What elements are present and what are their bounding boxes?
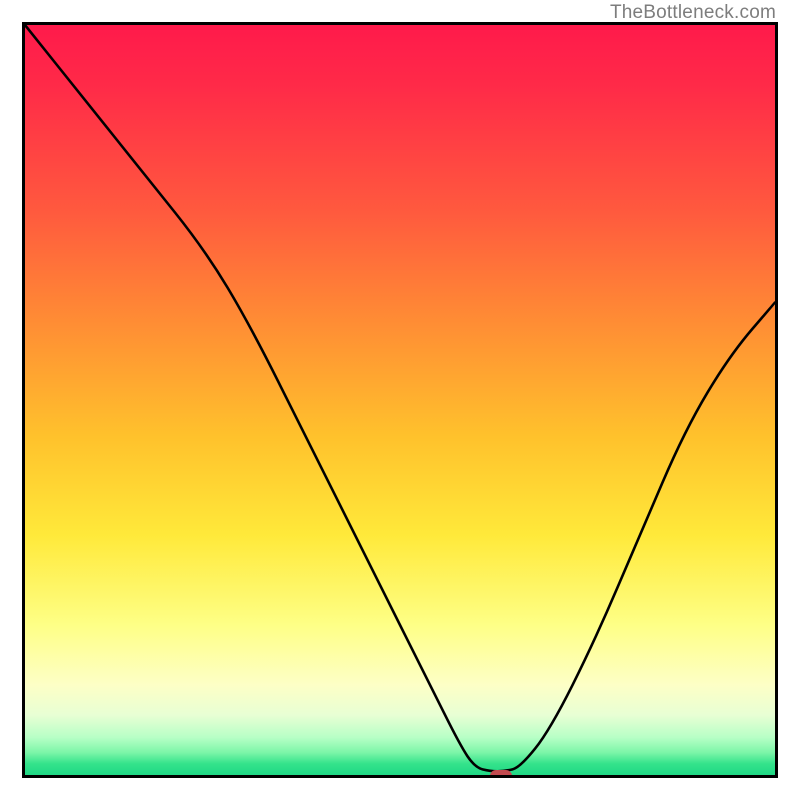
watermark-text: TheBottleneck.com [610, 2, 776, 24]
plot-frame [22, 22, 778, 778]
optimum-marker [490, 770, 512, 778]
chart-container: TheBottleneck.com [0, 0, 800, 800]
bottleneck-curve [25, 25, 775, 775]
